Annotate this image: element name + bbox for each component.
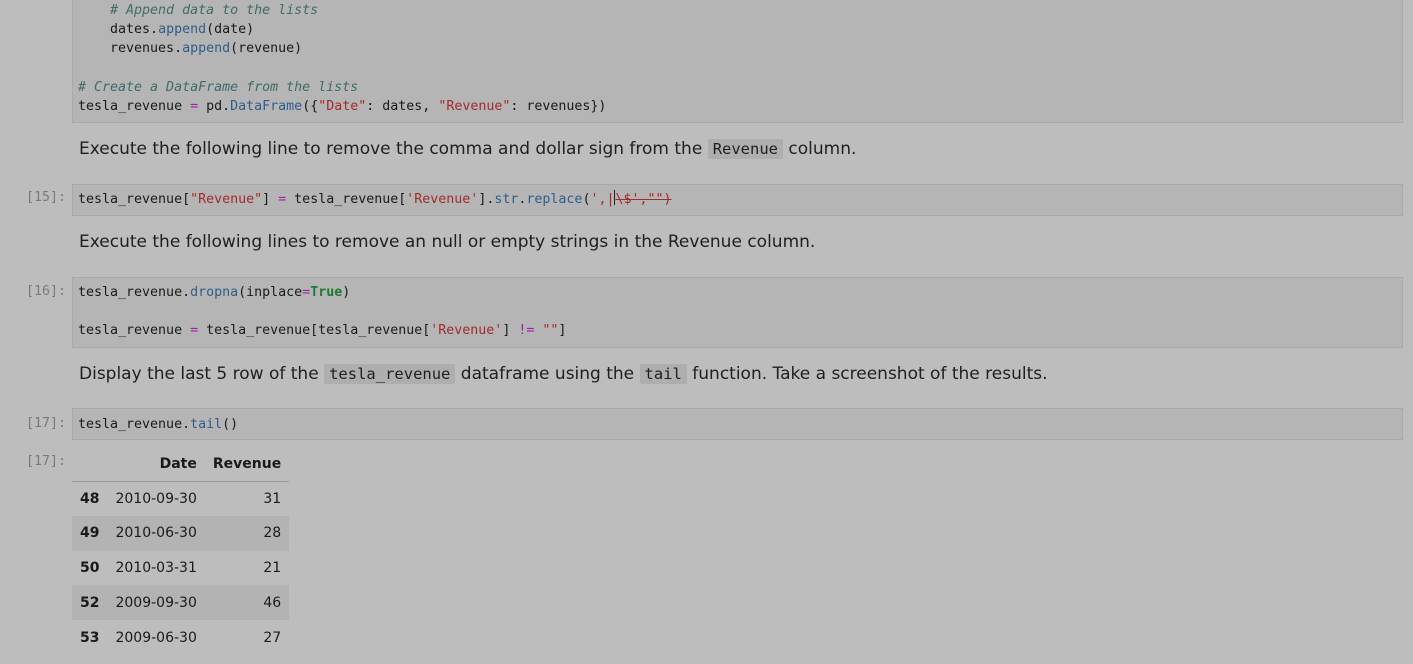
column-header-date: Date [107,447,205,482]
cell-date: 2010-09-30 [115,490,197,507]
cell-date: 2010-03-31 [115,559,197,576]
cell-date: 2010-06-30 [115,525,197,542]
input-prompt-16: [16]: [25,284,66,299]
code-cell-15[interactable]: tesla_revenue["Revenue"] = tesla_revenue… [72,184,1403,216]
row-index: 52 [80,594,100,611]
table-row: 49 2010-06-30 28 [72,515,290,551]
md-text: Execute the following line to remove the… [79,139,708,159]
code-cell-top[interactable]: # Append data to the lists dates.append(… [72,0,1403,123]
code-line: # Append data to the lists [78,3,319,18]
md-text: column. [783,139,857,159]
column-header-index [72,447,108,482]
code-line[interactable]: tesla_revenue["Revenue"] = tesla_revenue… [73,190,1402,209]
code-line: # Create a DataFrame from the lists [78,79,359,95]
md-inline-code: tesla_revenue [324,364,456,384]
md-text: function. Take a screenshot of the resul… [686,364,1048,384]
table-row: 50 2010-03-31 21 [72,551,289,586]
code-line: tesla_revenue = pd.DataFrame({"Date": da… [78,98,607,114]
md-text: Display the last 5 row of the [79,364,325,384]
markdown-cell-3: Display the last 5 row of the tesla_reve… [79,363,1048,385]
cell-revenue: 27 [263,629,282,646]
output-prompt-17: [17]: [25,454,66,469]
cell-revenue: 31 [263,490,282,507]
dataframe-output: Date Revenue 48 2010-09-30 31 49 2010-06-30 2… [72,447,290,655]
row-index: 53 [80,629,100,646]
table-row: 52 2009-09-30 46 [72,585,290,621]
code-cell-17[interactable]: tesla_revenue.tail() [72,408,1403,440]
markdown-cell-1: Execute the following line to remove the… [79,138,856,160]
code-line: dates.append(date) [78,22,255,38]
cell-revenue: 21 [263,559,282,576]
cell-date: 2009-09-30 [115,594,197,611]
md-inline-code: Revenue [707,139,784,159]
table-row: 53 2009-06-30 27 [72,620,289,655]
table-row: 48 2010-09-30 31 [72,481,289,516]
md-inline-code: tail [639,364,687,384]
cell-date: 2009-06-30 [115,629,197,646]
cell-revenue: 28 [263,525,282,542]
input-prompt-15: [15]: [25,190,66,205]
code-line: tesla_revenue.tail() [78,417,239,432]
row-index: 49 [80,525,100,542]
table-header-row: Date Revenue [72,447,290,482]
cell-revenue: 46 [263,594,282,611]
code-cell-16[interactable]: tesla_revenue.dropna(inplace=True) tesla… [72,277,1403,348]
row-index: 50 [80,559,100,576]
column-header-revenue: Revenue [204,447,290,482]
code-line: tesla_revenue = tesla_revenue[tesla_reve… [78,323,567,339]
code-line: tesla_revenue.dropna(inplace=True) [78,285,351,300]
markdown-cell-2: Execute the following lines to remove an… [79,232,816,252]
input-prompt-17: [17]: [25,416,66,431]
code-line: revenues.append(revenue) [78,41,303,57]
md-text: dataframe using the [455,364,640,384]
row-index: 48 [80,490,100,507]
